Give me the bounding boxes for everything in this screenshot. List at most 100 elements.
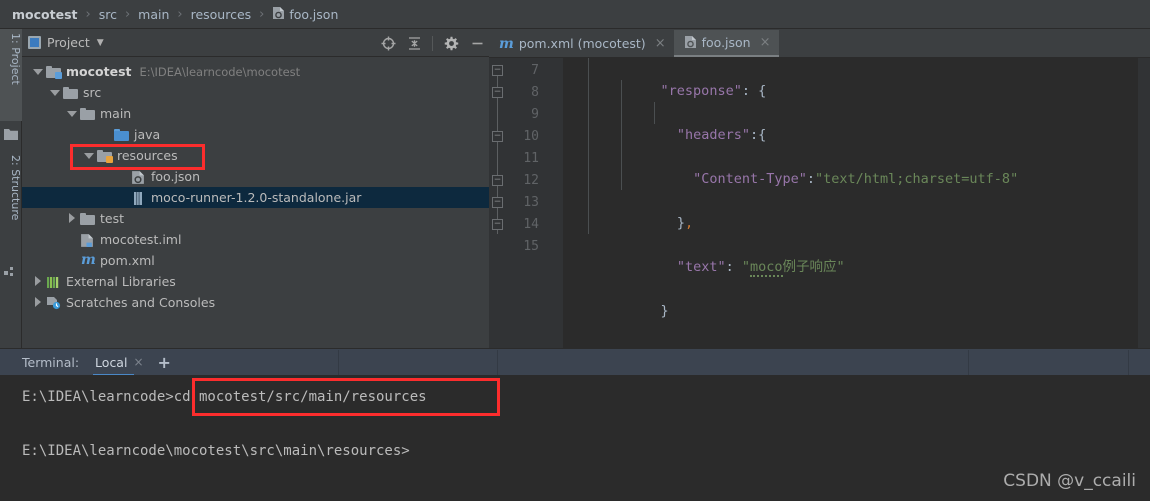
jar-file-icon <box>131 190 147 206</box>
project-tree[interactable]: mocotest E:\IDEA\learncode\mocotest src … <box>22 57 489 348</box>
chevron-down-icon[interactable] <box>49 87 60 98</box>
resource-folder-icon <box>97 148 113 164</box>
sidebar-item-structure[interactable]: 2: Structure <box>0 151 22 259</box>
tree-node-label: External Libraries <box>66 274 176 289</box>
tree-node-label: mocotest <box>66 64 132 79</box>
tree-node-label: foo.json <box>151 169 201 184</box>
sidebar-item-label: 2: Structure <box>9 155 22 221</box>
chevron-down-icon[interactable]: ▼ <box>97 38 104 48</box>
tree-node-mocotest[interactable]: mocotest E:\IDEA\learncode\mocotest <box>22 61 489 82</box>
sidebar-item-project[interactable]: 1: Project <box>0 29 22 121</box>
close-icon[interactable]: × <box>760 35 771 50</box>
chevron-down-icon[interactable] <box>32 66 43 77</box>
editor-tab-bar: m pom.xml (mocotest) × foo.json × <box>489 29 1150 58</box>
breadcrumb-item-foojson[interactable]: foo.json <box>272 6 338 23</box>
fold-marker[interactable]: − <box>492 219 503 230</box>
tree-node-label: Scratches and Consoles <box>66 295 216 310</box>
tree-node-java[interactable]: java <box>22 124 489 145</box>
code-editor[interactable]: 7 8 9 10 11 12 13 14 15 − − − − − − "res… <box>489 58 1150 348</box>
idea-window: mocotest › src › main › resources › foo.… <box>0 0 1150 501</box>
tree-node-label: mocotest.iml <box>100 232 182 247</box>
folder-icon <box>63 85 79 101</box>
settings-gear-icon[interactable] <box>443 35 459 51</box>
code-line-7: "response": { <box>660 83 767 99</box>
breadcrumb-label: resources <box>190 6 252 22</box>
collapse-all-icon[interactable] <box>406 35 422 51</box>
project-view-icon <box>28 36 41 49</box>
tree-node-external-libraries[interactable]: External Libraries <box>22 271 489 292</box>
terminal-tool-window-header: Terminal: Local × + <box>0 348 1150 376</box>
tree-node-label: pom.xml <box>100 253 155 268</box>
json-file-icon <box>272 6 285 23</box>
project-tool-window: Project ▼ mocotest E:\IDEA\learncode\moc… <box>22 29 489 348</box>
fold-marker[interactable]: − <box>492 131 503 142</box>
breadcrumb-label: mocotest <box>12 6 78 22</box>
tree-node-label: main <box>100 106 132 121</box>
tree-node-resources[interactable]: resources <box>22 145 489 166</box>
tree-node-label: java <box>134 127 161 142</box>
breadcrumb-label: src <box>98 6 117 22</box>
tree-node-test[interactable]: test <box>22 208 489 229</box>
module-folder-icon <box>46 64 62 80</box>
fold-marker[interactable]: − <box>492 197 503 208</box>
project-panel-header: Project ▼ <box>22 29 489 57</box>
terminal-tab-local[interactable]: Local × <box>93 349 145 376</box>
add-terminal-tab-icon[interactable]: + <box>158 353 171 372</box>
hide-panel-icon[interactable] <box>469 35 485 51</box>
tree-node-foo-json[interactable]: foo.json <box>22 166 489 187</box>
fold-marker[interactable]: − <box>492 65 503 76</box>
project-panel-title: Project <box>47 35 90 50</box>
breadcrumb-item-main[interactable]: main <box>138 7 169 22</box>
header-divider <box>497 350 498 376</box>
fold-gutter[interactable] <box>551 58 563 348</box>
locate-icon[interactable] <box>380 35 396 51</box>
chevron-down-icon[interactable] <box>66 108 77 119</box>
toolbar-divider <box>432 35 433 51</box>
code-text-area[interactable]: "response": { "headers":{ "Content-Type"… <box>563 58 1150 348</box>
breadcrumb-item-mocotest[interactable]: mocotest <box>12 7 77 22</box>
tab-label: foo.json <box>701 35 751 50</box>
chevron-right-icon[interactable] <box>32 297 43 308</box>
chevron-right-icon[interactable] <box>32 276 43 287</box>
tree-node-label: resources <box>117 148 178 163</box>
fold-marker[interactable]: − <box>492 175 503 186</box>
breadcrumb-separator: › <box>259 6 265 22</box>
terminal-line-1: E:\IDEA\learncode>cd mocotest/src/main/r… <box>22 389 427 405</box>
tab-label: pom.xml (mocotest) <box>518 36 646 51</box>
breadcrumb-item-src[interactable]: src <box>99 7 117 22</box>
breadcrumb-item-resources[interactable]: resources <box>191 7 252 22</box>
tree-node-pom-xml[interactable]: m pom.xml <box>22 250 489 271</box>
terminal-label: Terminal: <box>22 354 80 370</box>
json-file-icon <box>131 169 147 185</box>
chevron-down-icon[interactable] <box>83 150 94 161</box>
close-icon[interactable]: × <box>655 36 666 51</box>
tree-node-src[interactable]: src <box>22 82 489 103</box>
chevron-right-icon[interactable] <box>66 213 77 224</box>
scratches-icon <box>46 295 62 311</box>
fold-marker[interactable]: − <box>492 87 503 98</box>
tree-node-scratches-and-consoles[interactable]: Scratches and Consoles <box>22 292 489 313</box>
tree-node-mocotest-iml[interactable]: mocotest.iml <box>22 229 489 250</box>
folder-icon <box>80 211 96 227</box>
header-divider <box>1128 350 1129 376</box>
tab-pom-xml[interactable]: m pom.xml (mocotest) × <box>489 30 674 57</box>
tab-foo-json[interactable]: foo.json × <box>673 30 779 57</box>
terminal-output[interactable]: E:\IDEA\learncode>cd mocotest/src/main/r… <box>0 375 1150 501</box>
maven-file-icon: m <box>81 251 96 268</box>
breadcrumb-label: foo.json <box>289 6 339 22</box>
code-line-13: } <box>563 322 1150 348</box>
tree-node-label: moco-runner-1.2.0-standalone.jar <box>151 190 362 205</box>
tree-node-moco-runner-jar[interactable]: moco-runner-1.2.0-standalone.jar <box>22 187 489 208</box>
iml-file-icon <box>80 232 96 248</box>
code-line-8: "headers":{ <box>676 127 767 143</box>
tree-node-label: src <box>83 85 102 100</box>
close-icon[interactable]: × <box>133 355 143 369</box>
json-file-icon <box>684 35 697 50</box>
tree-node-main[interactable]: main <box>22 103 489 124</box>
terminal-prompt: E:\IDEA\learncode> <box>22 389 174 405</box>
libraries-icon <box>46 274 62 290</box>
